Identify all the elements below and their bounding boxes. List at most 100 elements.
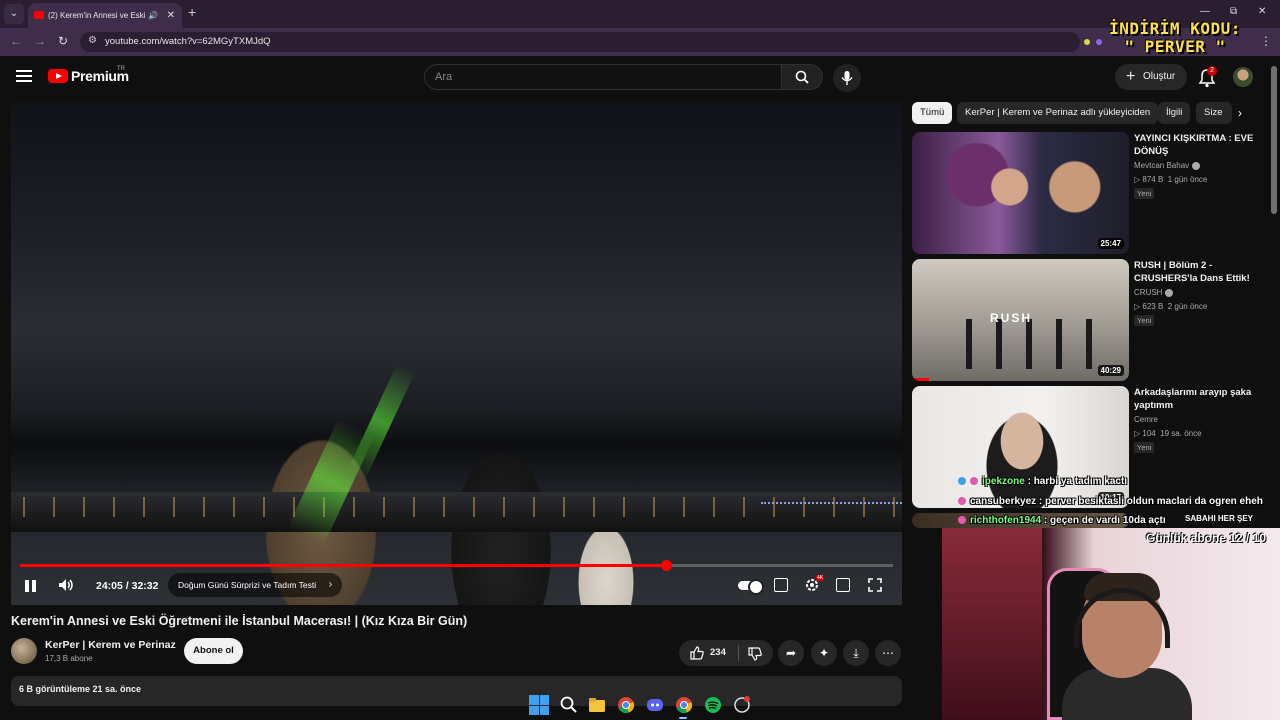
progress-scrubber[interactable] <box>661 560 673 571</box>
chevron-right-icon: › <box>328 579 333 590</box>
url-text[interactable]: youtube.com/watch?v=62MGyTXMJdQ <box>105 36 271 47</box>
file-explorer-icon[interactable] <box>587 695 607 715</box>
chrome-active-icon[interactable] <box>674 695 694 715</box>
streamer-webcam <box>942 528 1280 720</box>
channel-name[interactable]: KerPer | Kerem ve Perinaz <box>45 639 176 651</box>
chapter-button[interactable]: Doğum Günü Sürprizi ve Tadım Testi › <box>168 573 343 597</box>
subscribe-button[interactable]: Abone ol <box>184 638 243 664</box>
chevron-down-icon[interactable]: ⌄ <box>4 4 24 24</box>
windows-start-icon[interactable] <box>529 695 549 715</box>
browser-tab-active[interactable]: (2) Kerem'in Annesi ve Eski 🔊 ✕ <box>28 3 182 28</box>
region-code: TR <box>117 66 125 72</box>
speaker-icon[interactable]: 🔊 <box>148 3 158 28</box>
recommendation-title[interactable]: Arkadaşlarımı arayıp şaka yaptımm <box>1134 386 1262 412</box>
recommendation-channel[interactable]: Mevtcan Bahav <box>1134 161 1201 170</box>
sparkle-icon[interactable]: ✦ <box>811 640 837 666</box>
browser-menu-icon[interactable]: ⋮ <box>1260 34 1272 48</box>
video-title: Kerem'in Annesi ve Eski Öğretmeni ile İs… <box>11 614 468 628</box>
quality-badge: 4K <box>816 575 825 581</box>
chat-badge-icon <box>970 477 978 486</box>
download-icon[interactable]: ⤓ <box>843 640 869 666</box>
verified-icon <box>1165 288 1174 297</box>
close-icon[interactable]: ✕ <box>167 3 175 28</box>
subscriber-count: 17,3 B abone <box>45 654 93 663</box>
description-box[interactable]: 6 B görüntüleme 21 sa. önce <box>11 676 902 706</box>
subtitles-icon[interactable] <box>774 578 788 592</box>
avatar[interactable] <box>1233 67 1253 87</box>
search-button[interactable] <box>781 64 823 90</box>
chat-badge-icon <box>958 497 966 506</box>
app-icon[interactable] <box>732 695 752 715</box>
chip-related[interactable]: İlgili <box>1158 102 1191 124</box>
window-close-button[interactable]: ✕ <box>1258 6 1266 17</box>
recommendation-title[interactable]: RUSH | Bölüm 2 - CRUSHERS'la Dans Ettik! <box>1134 259 1262 285</box>
hamburger-icon[interactable] <box>16 70 32 82</box>
promo-line-2: " PERVER " <box>1124 37 1226 56</box>
progress-bar[interactable] <box>20 560 893 571</box>
recommendation-channel[interactable]: Cemre <box>1134 415 1158 424</box>
arrow-right-icon[interactable]: → <box>34 34 46 48</box>
thumb-up-icon[interactable] <box>690 646 704 660</box>
restore-button[interactable]: ⧉ <box>1230 6 1237 17</box>
arrow-left-icon[interactable]: ← <box>10 34 22 48</box>
search-icon[interactable] <box>559 695 579 715</box>
new-badge: Yeni <box>1134 315 1155 326</box>
chip-for-you[interactable]: Size <box>1196 102 1232 124</box>
chat-badge-icon <box>958 516 966 525</box>
video-thumbnail[interactable]: 25:47 <box>912 132 1129 254</box>
progress-fill <box>20 564 667 567</box>
recommendation-title[interactable]: YAYINCI KIŞKIRTMA : EVE DÖNÜŞ <box>1134 132 1262 158</box>
page-scrollbar[interactable] <box>1271 66 1277 214</box>
new-badge: Yeni <box>1134 188 1155 199</box>
video-thumbnail[interactable]: 10:17 <box>912 386 1129 508</box>
ticker-text: SABAHI HER ŞEY <box>1185 514 1254 523</box>
youtube-logo-icon[interactable] <box>48 69 68 83</box>
search-placeholder: Ara <box>435 71 453 83</box>
volume-icon[interactable] <box>58 578 74 592</box>
discord-icon[interactable] <box>645 695 665 715</box>
recommendation-channel[interactable]: CRUSH <box>1134 288 1174 297</box>
chapter-title: Doğum Günü Sürprizi ve Tadım Testi <box>178 580 317 590</box>
chip-from-uploader[interactable]: KerPer | Kerem ve Perinaz adlı yükleyici… <box>957 102 1159 124</box>
thumb-down-icon[interactable] <box>748 647 762 661</box>
plus-icon: + <box>1126 68 1136 85</box>
address-bar[interactable]: ⚙ youtube.com/watch?v=62MGyTXMJdQ <box>80 32 1080 52</box>
reload-icon[interactable]: ↻ <box>58 34 68 48</box>
recommendation-meta: ▷ 623 B 2 gün önce <box>1134 302 1208 311</box>
view-count: 623 B <box>1142 302 1164 311</box>
time-display: 24:05 / 32:32 <box>96 580 159 592</box>
channel-name: Cemre <box>1134 415 1159 424</box>
video-player[interactable]: 24:05 / 32:32 Doğum Günü Sürprizi ve Tad… <box>11 102 902 605</box>
theater-mode-icon[interactable] <box>836 578 850 592</box>
chat-username: ipekzone <box>982 476 1025 487</box>
autoplay-toggle[interactable] <box>738 579 764 595</box>
list-item[interactable]: 10:17 Arkadaşlarımı arayıp şaka yaptımm … <box>912 386 1272 508</box>
spotify-icon[interactable] <box>703 695 723 715</box>
extension-icon[interactable] <box>1084 39 1090 45</box>
pause-icon[interactable] <box>25 580 37 592</box>
chevron-right-icon[interactable]: › <box>1238 106 1242 120</box>
fullscreen-icon[interactable] <box>868 578 882 592</box>
video-thumbnail[interactable]: RUSH 40:29 <box>912 259 1129 381</box>
share-icon[interactable]: ➦ <box>778 640 804 666</box>
voice-search-button[interactable] <box>833 64 861 92</box>
list-item[interactable]: 25:47 YAYINCI KIŞKIRTMA : EVE DÖNÜŞ Mevt… <box>912 132 1272 254</box>
channel-avatar[interactable] <box>11 638 37 664</box>
chat-username: cansuberkyez <box>970 496 1037 507</box>
chip-all[interactable]: Tümü <box>912 102 953 124</box>
list-item[interactable]: RUSH 40:29 RUSH | Bölüm 2 - CRUSHERS'la … <box>912 259 1272 381</box>
chat-username: richthofen1944 <box>970 515 1042 526</box>
minimize-button[interactable]: — <box>1200 6 1210 17</box>
new-tab-button[interactable]: + <box>188 4 196 20</box>
search-input[interactable]: Ara <box>424 64 782 90</box>
chrome-icon[interactable] <box>616 695 636 715</box>
duration-badge: 25:47 <box>1097 238 1124 249</box>
more-horizontal-icon[interactable]: ⋯ <box>875 640 901 666</box>
create-button[interactable]: + Oluştur <box>1115 64 1187 90</box>
like-dislike-group: 234 <box>679 640 773 666</box>
upload-age: 2 gün önce <box>1167 302 1208 311</box>
thumbnail-text: RUSH <box>990 311 1033 325</box>
extension-icon[interactable] <box>1096 39 1102 45</box>
promo-line-1: İNDİRİM KODU: <box>1109 19 1241 38</box>
tune-icon[interactable]: ⚙ <box>88 35 97 46</box>
